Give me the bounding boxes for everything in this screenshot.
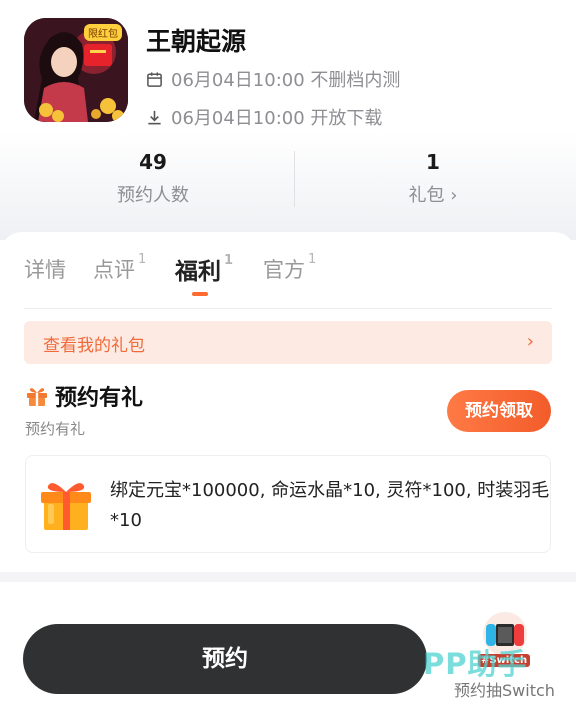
active-tab-indicator xyxy=(192,292,208,296)
promo-title-text: 预约有礼 xyxy=(55,386,144,411)
tab-count: 1 xyxy=(224,253,234,268)
chevron-right-icon: › xyxy=(526,331,534,352)
game-title: 王朝起源 xyxy=(146,27,247,56)
tab-bar: 详情 点评 1 福利 1 官方 1 xyxy=(0,232,576,309)
content-card: 详情 点评 1 福利 1 官方 1 查看我的礼包 › 预约有礼 预约有礼 预约领… xyxy=(0,232,576,577)
test-date-line: 06月04日10:00 不删档内测 xyxy=(146,66,400,92)
download-date-text: 06月04日10:00 开放下载 xyxy=(171,108,383,129)
tab-label-wrap: 福利 1 xyxy=(175,253,233,285)
tab-label: 点评 xyxy=(93,258,135,282)
tabs-divider xyxy=(24,308,552,309)
tab-reviews[interactable]: 点评 1 xyxy=(93,252,146,284)
gifts-label-row: 礼包 › xyxy=(288,179,576,213)
promo-subtitle: 预约有礼 xyxy=(25,420,86,438)
watermark-logo: PP助手 xyxy=(423,647,528,681)
section-separator xyxy=(0,572,576,582)
claim-button[interactable]: 预约领取 xyxy=(447,390,551,432)
chevron-right-icon: › xyxy=(450,185,458,206)
tab-label: 官方 xyxy=(263,258,305,282)
download-icon xyxy=(148,110,161,124)
reward-box: 绑定元宝*100000, 命运水晶*10, 灵符*100, 时装羽毛*10 xyxy=(25,455,551,553)
tab-label-wrap: 点评 1 xyxy=(93,252,146,282)
reservations-label: 预约人数 xyxy=(117,185,189,206)
gifts-stat[interactable]: 1 礼包 › xyxy=(288,145,576,213)
tab-count: 1 xyxy=(308,252,317,267)
download-date-line: 06月04日10:00 开放下载 xyxy=(146,104,382,130)
my-gifts-label: 查看我的礼包 xyxy=(43,336,145,356)
tab-label-wrap: 官方 1 xyxy=(263,252,316,282)
tab-details[interactable]: 详情 xyxy=(24,254,66,284)
tab-official[interactable]: 官方 1 xyxy=(263,252,316,284)
tab-label: 福利 xyxy=(175,259,221,285)
reserve-button[interactable]: 预约 xyxy=(23,624,427,694)
reservations-count: 49 xyxy=(139,150,167,174)
stats-row: 49 预约人数 1 礼包 › xyxy=(0,145,576,215)
game-icon[interactable]: 限红包 xyxy=(24,18,128,122)
reservations-stat: 49 预约人数 xyxy=(8,145,298,213)
gift-box-icon xyxy=(41,483,91,530)
promo-title: 预约有礼 xyxy=(25,380,143,412)
gifts-label: 礼包 xyxy=(408,185,445,206)
tab-count: 1 xyxy=(138,252,147,267)
icon-badge: 限红包 xyxy=(84,24,122,41)
game-header: 限红包 王朝起源 06月04日10:00 不删档内测 06月04日10:00 开… xyxy=(0,0,576,240)
tab-benefits[interactable]: 福利 1 xyxy=(175,252,233,286)
reward-text: 绑定元宝*100000, 命运水晶*10, 灵符*100, 时装羽毛*10 xyxy=(110,480,550,531)
gift-icon xyxy=(27,388,47,406)
gifts-count: 1 xyxy=(426,150,440,174)
calendar-icon xyxy=(147,71,162,87)
tab-label: 详情 xyxy=(24,258,66,282)
my-gifts-link[interactable]: 查看我的礼包 › xyxy=(24,321,552,364)
test-date-text: 06月04日10:00 不删档内测 xyxy=(171,70,401,91)
